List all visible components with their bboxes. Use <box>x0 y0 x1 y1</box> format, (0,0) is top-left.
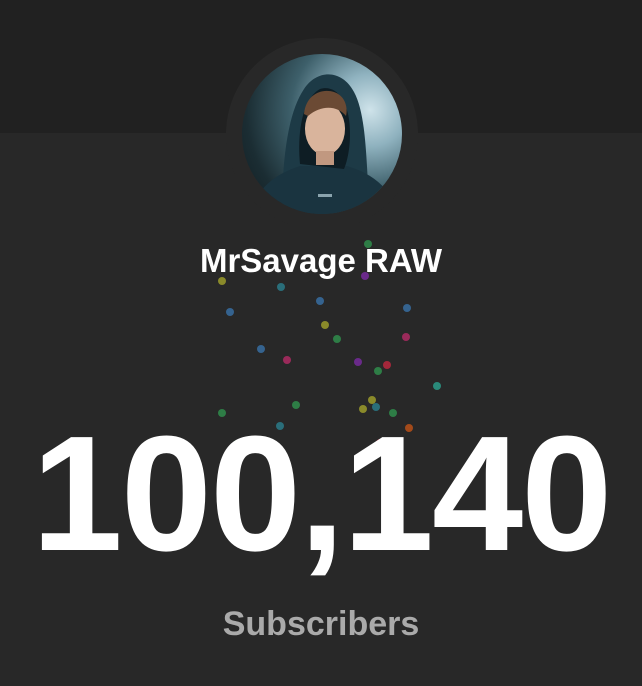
confetti-dot <box>257 345 265 353</box>
avatar-photo-icon <box>250 74 398 214</box>
confetti-dot <box>226 308 234 316</box>
subscriber-count: 100,140 <box>31 402 613 585</box>
confetti-dot <box>433 382 441 390</box>
confetti-dot <box>374 367 382 375</box>
confetti-dot <box>283 356 291 364</box>
confetti-dot <box>403 304 411 312</box>
channel-avatar <box>242 54 402 214</box>
confetti-dot <box>316 297 324 305</box>
subscriber-label: Subscribers <box>222 605 420 643</box>
confetti-dot <box>277 283 285 291</box>
confetti-dot <box>383 361 391 369</box>
confetti-dot <box>354 358 362 366</box>
confetti-dot <box>402 333 410 341</box>
channel-name: MrSavage RAW <box>199 242 443 279</box>
confetti-dot <box>321 321 329 329</box>
confetti-dot <box>333 335 341 343</box>
